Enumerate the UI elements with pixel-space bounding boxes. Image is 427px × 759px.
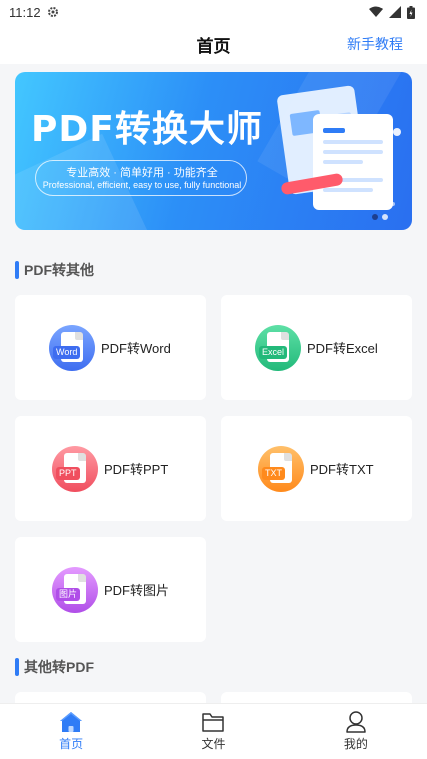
user-icon	[346, 711, 366, 733]
tool-card-pdf-to-txt[interactable]: TXT PDF转TXT	[221, 416, 412, 521]
tool-card-pdf-to-word[interactable]: Word PDF转Word	[15, 295, 206, 400]
banner-subtitle-cn: 专业高效 · 简单好用 · 功能齐全	[66, 167, 218, 179]
icon-tag: PPT	[56, 466, 80, 480]
section-title: PDF转其他	[24, 262, 94, 278]
document-illustration	[277, 85, 401, 210]
banner-title: PDF转换大师	[31, 109, 263, 150]
status-bar: 11:12	[0, 0, 427, 24]
icon-tag: 图片	[56, 587, 81, 601]
nav-profile[interactable]: 我的	[285, 704, 427, 759]
icon-tag: Excel	[259, 345, 288, 359]
txt-file-icon: TXT	[258, 445, 304, 492]
app-header: 首页 新手教程	[0, 24, 427, 64]
icon-tag: TXT	[262, 466, 285, 480]
bottom-nav: 首页 文件 我的	[0, 703, 427, 759]
home-icon	[60, 712, 83, 732]
banner-subtitle-pill: 专业高效 · 简单好用 · 功能齐全 Professional, efficie…	[35, 160, 247, 196]
nav-label: 文件	[201, 737, 226, 751]
tool-name: PDF转Word	[101, 341, 171, 356]
banner-subtitle-en: Professional, efficient, easy to use, fu…	[42, 180, 242, 190]
excel-file-icon: Excel	[255, 324, 301, 371]
section-pdf-to-other: PDF转其他	[15, 260, 94, 280]
wifi-icon	[369, 6, 383, 17]
section-title: 其他转PDF	[24, 659, 94, 675]
icon-tag: Word	[53, 345, 81, 359]
promo-banner[interactable]: PDF转换大师 专业高效 · 简单好用 · 功能齐全 Professional,…	[15, 72, 412, 230]
tool-card-pdf-to-ppt[interactable]: PPT PDF转PPT	[15, 416, 206, 521]
section-other-to-pdf: 其他转PDF	[15, 657, 94, 677]
carousel-dot-active[interactable]	[372, 214, 378, 220]
ppt-file-icon: PPT	[52, 445, 98, 492]
tool-name: PDF转TXT	[310, 462, 374, 477]
tool-card-pdf-to-image[interactable]: 图片 PDF转图片	[15, 537, 206, 642]
settings-icon	[47, 7, 58, 17]
nav-home[interactable]: 首页	[0, 704, 142, 759]
section-accent-bar	[15, 658, 19, 676]
page-title: 首页	[196, 36, 231, 56]
status-time: 11:12	[9, 4, 41, 20]
tool-card-partial[interactable]	[221, 692, 412, 703]
tool-name: PDF转PPT	[104, 462, 169, 477]
nav-files[interactable]: 文件	[142, 704, 284, 759]
tool-card-pdf-to-excel[interactable]: Excel PDF转Excel	[221, 295, 412, 400]
image-file-icon: 图片	[52, 566, 98, 613]
tutorial-link[interactable]: 新手教程	[347, 34, 403, 54]
nav-label: 首页	[59, 737, 84, 751]
folder-icon	[202, 713, 225, 732]
nav-label: 我的	[343, 737, 368, 751]
signal-icon	[389, 6, 401, 18]
word-file-icon: Word	[49, 324, 95, 371]
carousel-dot[interactable]	[382, 214, 388, 220]
section-accent-bar	[15, 261, 19, 279]
battery-icon	[407, 5, 415, 19]
tool-card-partial[interactable]	[15, 692, 206, 703]
tool-name: PDF转Excel	[307, 341, 378, 356]
tool-name: PDF转图片	[104, 583, 170, 598]
